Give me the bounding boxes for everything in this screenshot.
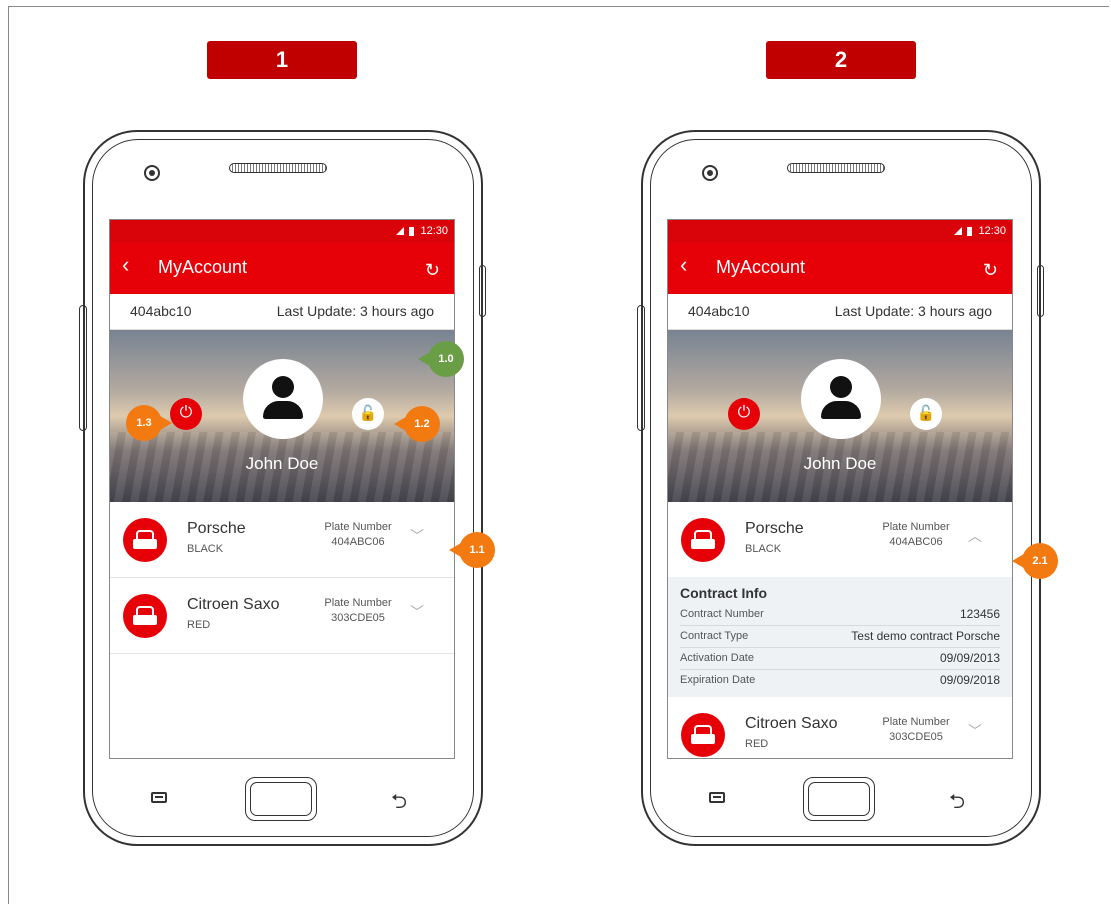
account-info-bar: 404abc10 Last Update: 3 hours ago xyxy=(110,294,454,330)
lock-button-icon[interactable]: 🔓 xyxy=(910,398,942,430)
back-key-icon: ⮌ xyxy=(949,791,966,813)
battery-icon xyxy=(409,226,415,236)
contract-row-value: 09/09/2018 xyxy=(939,673,1000,687)
contract-info-panel: Contract Info Contract Number 123456 Con… xyxy=(668,577,1012,697)
car-icon xyxy=(123,594,167,638)
back-arrow-icon[interactable]: ‹ xyxy=(680,252,687,278)
avatar xyxy=(801,359,881,439)
refresh-icon[interactable]: ↻ xyxy=(983,260,998,281)
account-id: 404abc10 xyxy=(688,303,750,319)
home-button xyxy=(803,777,875,821)
annotation-badge-1-0: 1.0 xyxy=(418,341,464,377)
contract-row-label: Contract Number xyxy=(680,608,764,620)
app-bar: ‹ MyAccount ↻ xyxy=(668,242,1012,294)
status-time: 12:30 xyxy=(420,225,448,237)
lock-button-icon[interactable]: 🔓 xyxy=(352,398,384,430)
app-title: MyAccount xyxy=(716,257,806,277)
status-bar: 12:30 xyxy=(110,220,454,242)
car-color: RED xyxy=(745,738,769,750)
plate-number: 303CDE05 xyxy=(331,612,385,624)
status-time: 12:30 xyxy=(978,225,1006,237)
plate-label: Plate Number xyxy=(324,521,392,533)
menu-key-icon xyxy=(709,792,725,803)
contract-info-title: Contract Info xyxy=(680,585,768,601)
car-list-item[interactable]: Porsche BLACK Plate Number 404ABC06 ﹀ xyxy=(110,502,454,578)
contract-row: Contract Type Test demo contract Porsche xyxy=(680,626,1000,648)
plate-number: 303CDE05 xyxy=(889,731,943,743)
step-label-1: 1 xyxy=(207,41,357,79)
contract-row: Contract Number 123456 xyxy=(680,604,1000,626)
user-torso-shape xyxy=(821,401,861,419)
back-key-icon: ⮌ xyxy=(391,791,408,813)
user-torso-shape xyxy=(263,401,303,419)
step-label-2: 2 xyxy=(766,41,916,79)
avatar xyxy=(243,359,323,439)
annotation-badge-1-2: 1.2 xyxy=(394,406,440,442)
car-make: Citroen Saxo xyxy=(187,596,280,613)
phone-mockup-2: 12:30 ‹ MyAccount ↻ 404abc10 Last Update… xyxy=(637,130,1044,846)
car-icon xyxy=(681,713,725,757)
plate-number: 404ABC06 xyxy=(331,536,385,548)
car-list-item-expanded[interactable]: Porsche BLACK Plate Number 404ABC06 ︿ xyxy=(668,502,1012,577)
contract-row-label: Activation Date xyxy=(680,652,754,664)
account-id: 404abc10 xyxy=(130,303,192,319)
car-list-item[interactable]: Citroen Saxo RED Plate Number 303CDE05 ﹀ xyxy=(110,578,454,654)
refresh-icon[interactable]: ↻ xyxy=(425,260,440,281)
user-name: John Doe xyxy=(245,454,319,473)
app-bar: ‹ MyAccount ↻ xyxy=(110,242,454,294)
speaker-grille xyxy=(229,163,327,173)
last-update: Last Update: 3 hours ago xyxy=(276,303,434,319)
contract-row: Activation Date 09/09/2013 xyxy=(680,648,1000,670)
annotation-badge-1-3: 1.3 xyxy=(126,405,172,441)
camera-icon xyxy=(702,165,718,181)
car-color: BLACK xyxy=(745,543,782,555)
chevron-down-icon[interactable]: ﹀ xyxy=(410,602,424,622)
contract-row-label: Expiration Date xyxy=(680,674,756,686)
annotation-badge-1-1: 1.1 xyxy=(449,532,495,568)
contract-row-label: Contract Type xyxy=(680,630,749,642)
phone-mockup-1: 12:30 ‹ MyAccount ↻ 404abc10 Last Update… xyxy=(79,130,486,846)
user-head-shape xyxy=(830,376,852,398)
menu-key-icon xyxy=(151,792,167,803)
annotation-badge-2-1: 2.1 xyxy=(1012,543,1058,579)
last-update: Last Update: 3 hours ago xyxy=(834,303,992,319)
contract-row: Expiration Date 09/09/2018 xyxy=(680,670,1000,691)
plate-number: 404ABC06 xyxy=(889,536,943,548)
camera-icon xyxy=(144,165,160,181)
speaker-grille xyxy=(787,163,885,173)
home-button xyxy=(245,777,317,821)
back-arrow-icon[interactable]: ‹ xyxy=(122,252,129,278)
screen-1: 12:30 ‹ MyAccount ↻ 404abc10 Last Update… xyxy=(109,219,455,759)
power-button-icon[interactable]: ⏻ xyxy=(728,398,760,430)
battery-icon xyxy=(967,226,973,236)
app-title: MyAccount xyxy=(158,257,248,277)
power-button-icon[interactable]: ⏻ xyxy=(170,398,202,430)
car-icon xyxy=(681,518,725,562)
car-icon xyxy=(123,518,167,562)
plate-label: Plate Number xyxy=(882,716,950,728)
chevron-down-icon[interactable]: ﹀ xyxy=(410,526,424,546)
signal-icon xyxy=(396,227,405,236)
contract-row-value: Test demo contract Porsche xyxy=(851,629,1000,643)
chevron-up-icon[interactable]: ︿ xyxy=(968,526,982,546)
plate-label: Plate Number xyxy=(882,521,950,533)
signal-icon xyxy=(954,227,963,236)
status-bar: 12:30 xyxy=(668,220,1012,242)
user-head-shape xyxy=(272,376,294,398)
account-info-bar: 404abc10 Last Update: 3 hours ago xyxy=(668,294,1012,330)
car-make: Porsche xyxy=(187,520,246,537)
contract-row-value: 09/09/2013 xyxy=(939,651,1000,665)
contract-row-value: 123456 xyxy=(959,607,1000,621)
car-list-item[interactable]: Citroen Saxo RED Plate Number 303CDE05 ﹀ xyxy=(668,697,1012,758)
plate-label: Plate Number xyxy=(324,597,392,609)
chevron-down-icon[interactable]: ﹀ xyxy=(968,721,982,741)
car-color: BLACK xyxy=(187,543,224,555)
profile-hero: ⏻ 🔓 John Doe xyxy=(668,330,1012,502)
car-make: Citroen Saxo xyxy=(745,715,838,732)
car-make: Porsche xyxy=(745,520,804,537)
screen-2: 12:30 ‹ MyAccount ↻ 404abc10 Last Update… xyxy=(667,219,1013,759)
user-name: John Doe xyxy=(803,454,877,473)
car-color: RED xyxy=(187,619,211,631)
